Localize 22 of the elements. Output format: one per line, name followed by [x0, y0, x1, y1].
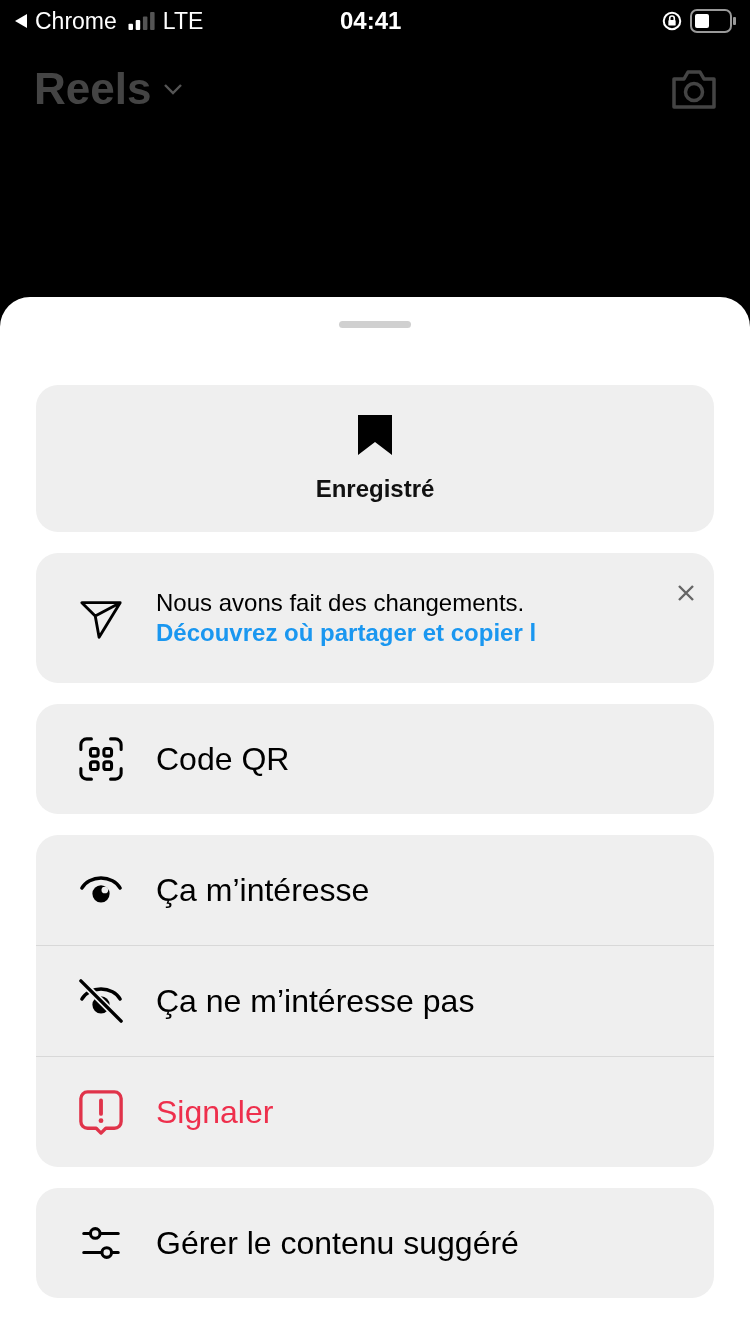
back-icon — [14, 13, 28, 29]
report-icon — [78, 1089, 124, 1135]
menu-item[interactable]: Ça m’intéresse — [36, 835, 714, 945]
manage-suggested-item[interactable]: Gérer le contenu suggéré — [36, 1188, 714, 1298]
eye-slash-icon — [78, 978, 124, 1024]
qr-code-icon — [78, 736, 124, 782]
bookmark-icon — [358, 414, 392, 455]
clock: 04:41 — [340, 7, 402, 35]
signal-icon — [127, 12, 156, 30]
drag-handle[interactable] — [339, 321, 411, 328]
battery-icon — [690, 9, 736, 33]
camera-icon[interactable] — [670, 67, 718, 111]
chevron-down-icon[interactable] — [163, 83, 184, 95]
menu-item[interactable]: Ça ne m’intéresse pas — [36, 945, 714, 1056]
menu-item[interactable]: Signaler — [36, 1056, 714, 1167]
saved-button[interactable]: Enregistré — [36, 385, 714, 532]
back-app-label[interactable]: Chrome — [35, 7, 117, 35]
network-label: LTE — [162, 7, 204, 35]
rotation-lock-icon — [661, 10, 683, 32]
notice-text: Nous avons fait des changements. — [156, 589, 526, 617]
close-icon[interactable] — [676, 583, 696, 603]
qr-code-item[interactable]: Code QR — [36, 704, 714, 814]
